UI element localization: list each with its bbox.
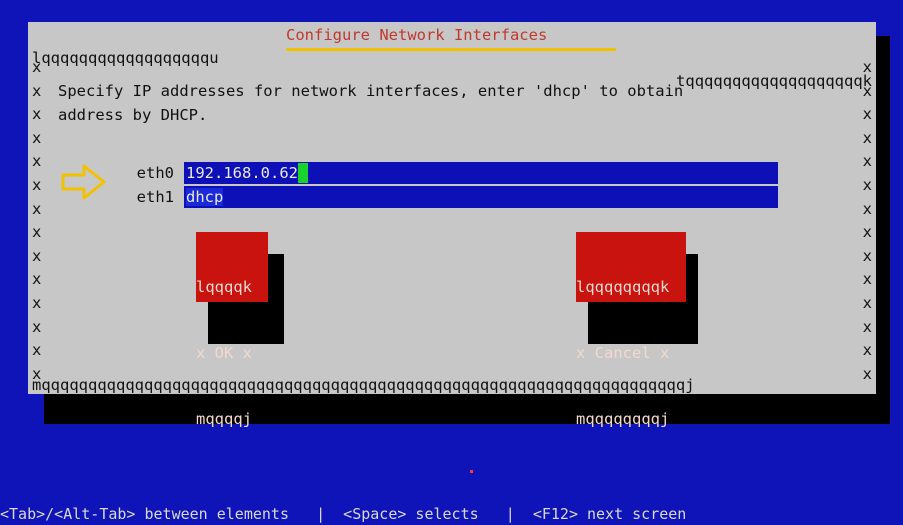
description-line-2: address by DHCP. (58, 106, 208, 124)
dialog-side-border-left: x (32, 246, 42, 265)
dialog-side-border-right: x (862, 105, 872, 124)
dialog-side-border-right: x (862, 176, 872, 194)
cancel-button-top: lqqqqqqqqk (576, 278, 670, 296)
dialog-side-border-left: x (32, 58, 42, 76)
dialog-side-border-left: x (32, 128, 42, 147)
dialog-side-border-left: x (32, 270, 42, 289)
dialog-side-border-right: x (862, 294, 872, 312)
status-bar: <Tab>/<Alt-Tab> between elements | <Spac… (0, 505, 687, 523)
dialog-side-border-right: x (862, 199, 872, 218)
dialog-side-border-right: x (862, 81, 872, 100)
dialog-title: Configure Network Interfaces (282, 24, 552, 47)
eth0-label: eth0 (136, 164, 174, 182)
eth0-ip-field[interactable]: 192.168.0.62 (184, 162, 778, 184)
dialog-side-border-right: x (862, 223, 872, 242)
text-cursor (297, 163, 308, 183)
dialog-side-border-right: x (862, 152, 872, 171)
eth1-ip-field[interactable]: dhcp (184, 186, 778, 208)
eth1-ip-value: dhcp (186, 188, 224, 206)
cancel-button-bottom: mqqqqqqqqj (576, 410, 670, 428)
network-config-dialog: lqqqqqqqqqqqqqqqqqqu tqqqqqqqqqqqqqqqqqq… (28, 22, 876, 428)
ok-button-bottom: mqqqqj (196, 410, 252, 428)
dialog-side-border-left: x (32, 317, 42, 336)
dialog-top-left-border: lqqqqqqqqqqqqqqqqqqu (32, 49, 219, 67)
ok-button-face[interactable]: lqqqqk x OK x mqqqqj (196, 232, 268, 428)
ok-button-top: lqqqqk (196, 278, 252, 296)
dialog-side-border-right: x (862, 341, 872, 360)
dialog-side-border-left: x (32, 294, 42, 312)
dialog-side-border-left: x (32, 199, 42, 218)
dialog-side-border-right: x (862, 58, 872, 76)
description-line-1: Specify IP addresses for network interfa… (58, 82, 684, 100)
dialog-top-right-border: tqqqqqqqqqqqqqqqqqqqk (676, 72, 872, 90)
dialog-side-border-left: x (32, 152, 42, 171)
dialog-side-border-right: x (862, 364, 872, 383)
dialog-shadow-right (874, 36, 890, 424)
right-arrow-icon (61, 164, 106, 200)
red-dot-artifact (470, 470, 473, 473)
cancel-button-label: x Cancel x (576, 344, 670, 362)
dialog-side-border-left: x (32, 341, 42, 360)
dialog-side-border-right: x (862, 270, 872, 289)
eth0-ip-value: 192.168.0.62 (186, 164, 298, 182)
dialog-side-border-right: x (862, 128, 872, 147)
dialog-side-border-left: x (32, 223, 42, 242)
dialog-bottom-border: mqqqqqqqqqqqqqqqqqqqqqqqqqqqqqqqqqqqqqqq… (32, 376, 695, 394)
dialog-side-border-left: x (32, 81, 42, 100)
dialog-side-border-right: x (862, 317, 872, 336)
dialog-side-border-left: x (32, 105, 42, 124)
title-annotation-underline (286, 48, 616, 51)
eth1-label: eth1 (136, 188, 174, 206)
ok-button-label: x OK x (196, 344, 252, 362)
dialog-side-border-right: x (862, 246, 872, 265)
cancel-button-face[interactable]: lqqqqqqqqk x Cancel x mqqqqqqqqj (576, 232, 686, 428)
dialog-side-border-left: x (32, 176, 42, 194)
